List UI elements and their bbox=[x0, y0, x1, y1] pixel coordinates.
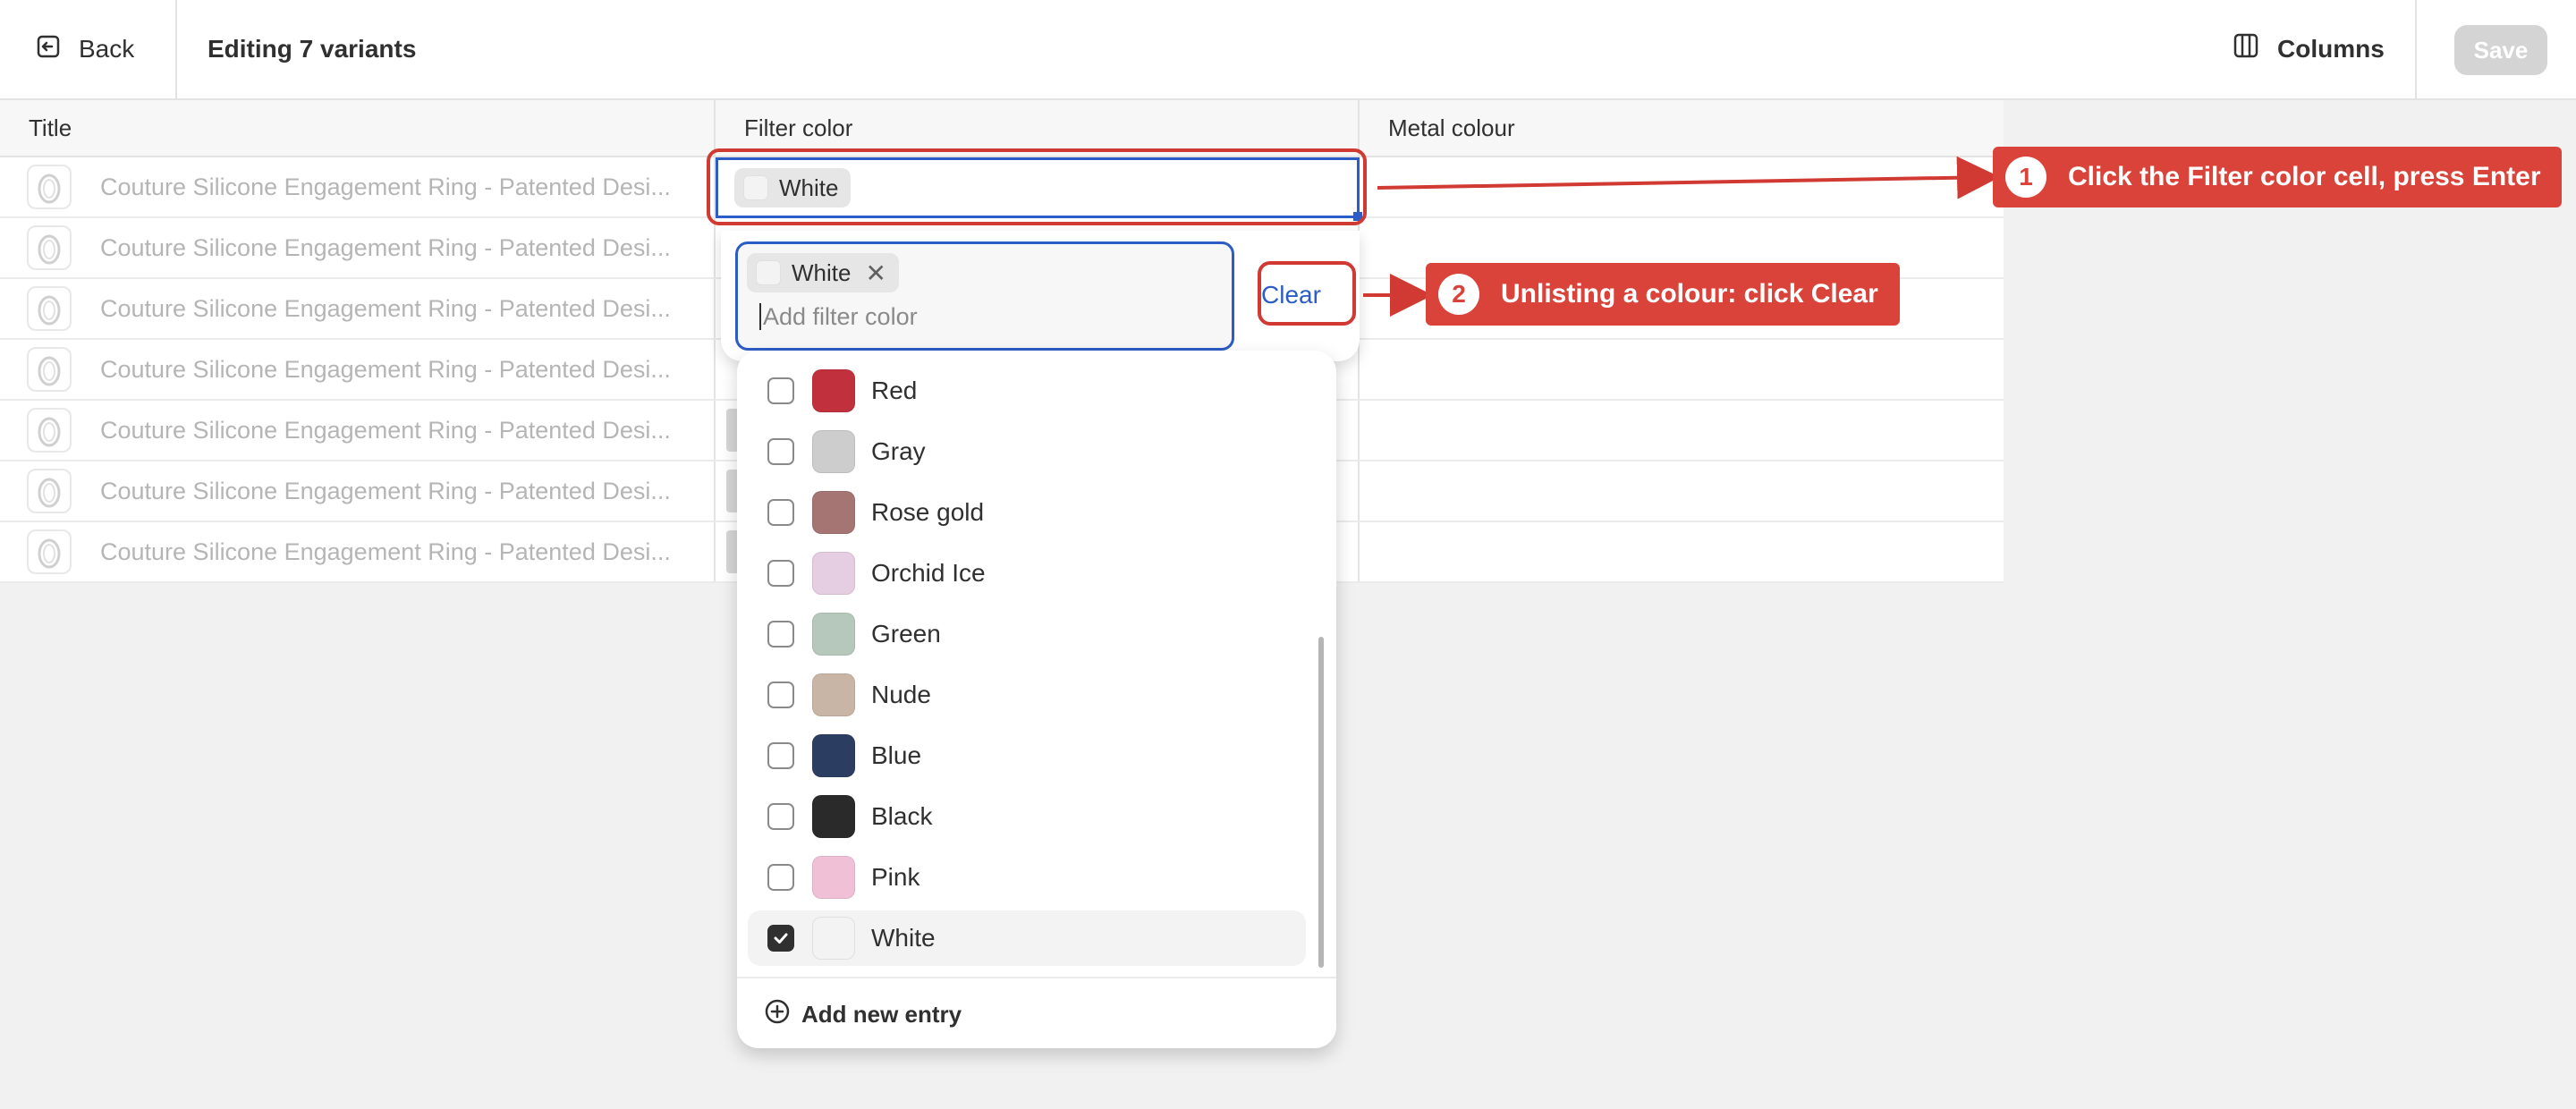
annotation-arrow-1 bbox=[1377, 156, 2000, 199]
annotation-callout-1: 1 Click the Filter color cell, press Ent… bbox=[1993, 147, 2562, 207]
annotation-text: Unlisting a colour: click Clear bbox=[1501, 279, 1878, 309]
annotation-text: Click the Filter color cell, press Enter bbox=[2068, 162, 2541, 191]
annotation-callout-2: 2 Unlisting a colour: click Clear bbox=[1426, 263, 1900, 326]
step-number: 1 bbox=[2005, 157, 2046, 198]
step-number: 2 bbox=[1438, 274, 1479, 315]
